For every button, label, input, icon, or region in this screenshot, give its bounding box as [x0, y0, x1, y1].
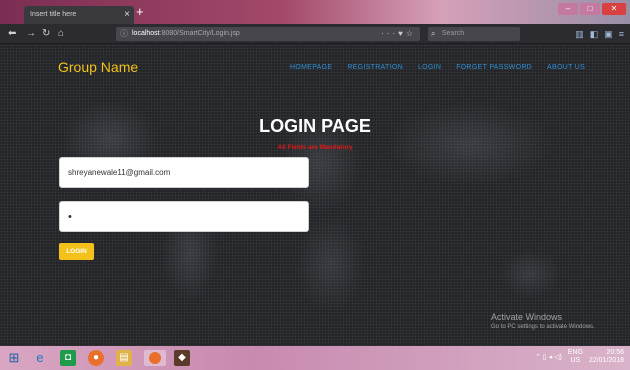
app-icon[interactable]: ◆ — [174, 350, 190, 366]
tab-title: Insert title here — [30, 11, 77, 18]
clock-date: 22/01/2018 — [588, 357, 624, 364]
brand-logo[interactable]: Group Name — [58, 59, 138, 75]
extension-icon[interactable]: ▣ — [604, 27, 613, 41]
internet-explorer-icon[interactable]: e — [32, 350, 48, 366]
browser-tab[interactable]: Insert title here × — [24, 6, 134, 24]
page-title: LOGIN PAGE — [259, 116, 371, 136]
new-tab-icon[interactable]: + — [136, 5, 144, 19]
windows-taskbar: ⊞ e ◘ ● ▤ ◆ ⌃ ▯ ◂ ◁) ENG US 20:56 22/01/… — [0, 346, 630, 370]
clock[interactable]: 20:56 22/01/2018 — [589, 349, 624, 365]
password-field[interactable] — [59, 201, 309, 232]
browser-titlebar: Insert title here × + – □ ✕ — [0, 0, 630, 24]
menu-icon[interactable]: ≡ — [619, 27, 624, 41]
window-controls: – □ ✕ — [558, 3, 626, 15]
search-placeholder: Search — [442, 30, 465, 37]
sidebar-icon[interactable]: ◧ — [590, 27, 599, 41]
store-icon[interactable]: ◘ — [60, 350, 76, 366]
clock-time: 20:56 — [606, 349, 624, 356]
mandatory-notice: All Fields are Mandatory — [277, 144, 353, 151]
menu-item-forget-password[interactable]: FORGET PASSWORD — [456, 64, 532, 71]
url-host: localhost — [132, 30, 160, 37]
info-icon[interactable]: ⓘ — [120, 27, 128, 41]
start-icon[interactable]: ⊞ — [6, 350, 22, 366]
firefox-icon[interactable]: ● — [88, 350, 104, 366]
menu-item-homepage[interactable]: HOMEPAGE — [290, 64, 332, 71]
toolbar-icons: ▥ ◧ ▣ ≡ — [575, 27, 624, 41]
menu-item-about-us[interactable]: ABOUT US — [547, 64, 585, 71]
close-window-icon[interactable]: ✕ — [602, 3, 626, 15]
language-indicator[interactable]: ENG US — [568, 349, 583, 365]
reload-icon[interactable]: ↻ — [42, 27, 50, 41]
address-bar[interactable]: ⓘ localhost:8080/SmartCity/Login.jsp ···… — [116, 27, 420, 41]
library-icon[interactable]: ▥ — [575, 27, 584, 41]
email-field[interactable] — [59, 157, 309, 188]
home-icon[interactable]: ⌂ — [58, 27, 64, 41]
menu-item-registration[interactable]: REGISTRATION — [347, 64, 403, 71]
forward-icon[interactable]: → — [26, 27, 36, 41]
url-path: :8080/SmartCity/Login.jsp — [159, 30, 240, 37]
firefox-active-icon[interactable] — [144, 350, 166, 366]
search-input[interactable]: ⌕ Search — [428, 27, 520, 41]
system-tray: ⌃ ▯ ◂ ◁) ENG US 20:56 22/01/2018 — [535, 349, 624, 365]
page-actions-icons[interactable]: ···♥☆ — [381, 27, 416, 41]
search-icon: ⌕ — [431, 29, 436, 38]
minimize-icon[interactable]: – — [558, 3, 578, 15]
maximize-icon[interactable]: □ — [580, 3, 600, 15]
tray-icons[interactable]: ⌃ ▯ ◂ ◁) — [535, 353, 562, 361]
watermark-title: Activate Windows — [491, 312, 563, 322]
page-body: Group Name HOMEPAGE REGISTRATION LOGIN F… — [0, 44, 630, 346]
region-code: US — [570, 357, 581, 364]
watermark-subtitle: Go to PC settings to activate Windows. — [491, 324, 595, 330]
browser-navbar: ⬅ → ↻ ⌂ ⓘ localhost:8080/SmartCity/Login… — [0, 24, 630, 44]
back-icon[interactable]: ⬅ — [8, 27, 16, 41]
file-explorer-icon[interactable]: ▤ — [116, 350, 132, 366]
login-button[interactable]: LOGIN — [59, 243, 94, 260]
activate-windows-watermark: Activate Windows Go to PC settings to ac… — [491, 312, 595, 330]
main-menu: HOMEPAGE REGISTRATION LOGIN FORGET PASSW… — [290, 64, 585, 71]
language-code: ENG — [567, 349, 583, 356]
tab-close-icon[interactable]: × — [124, 9, 130, 20]
menu-item-login[interactable]: LOGIN — [418, 64, 441, 71]
